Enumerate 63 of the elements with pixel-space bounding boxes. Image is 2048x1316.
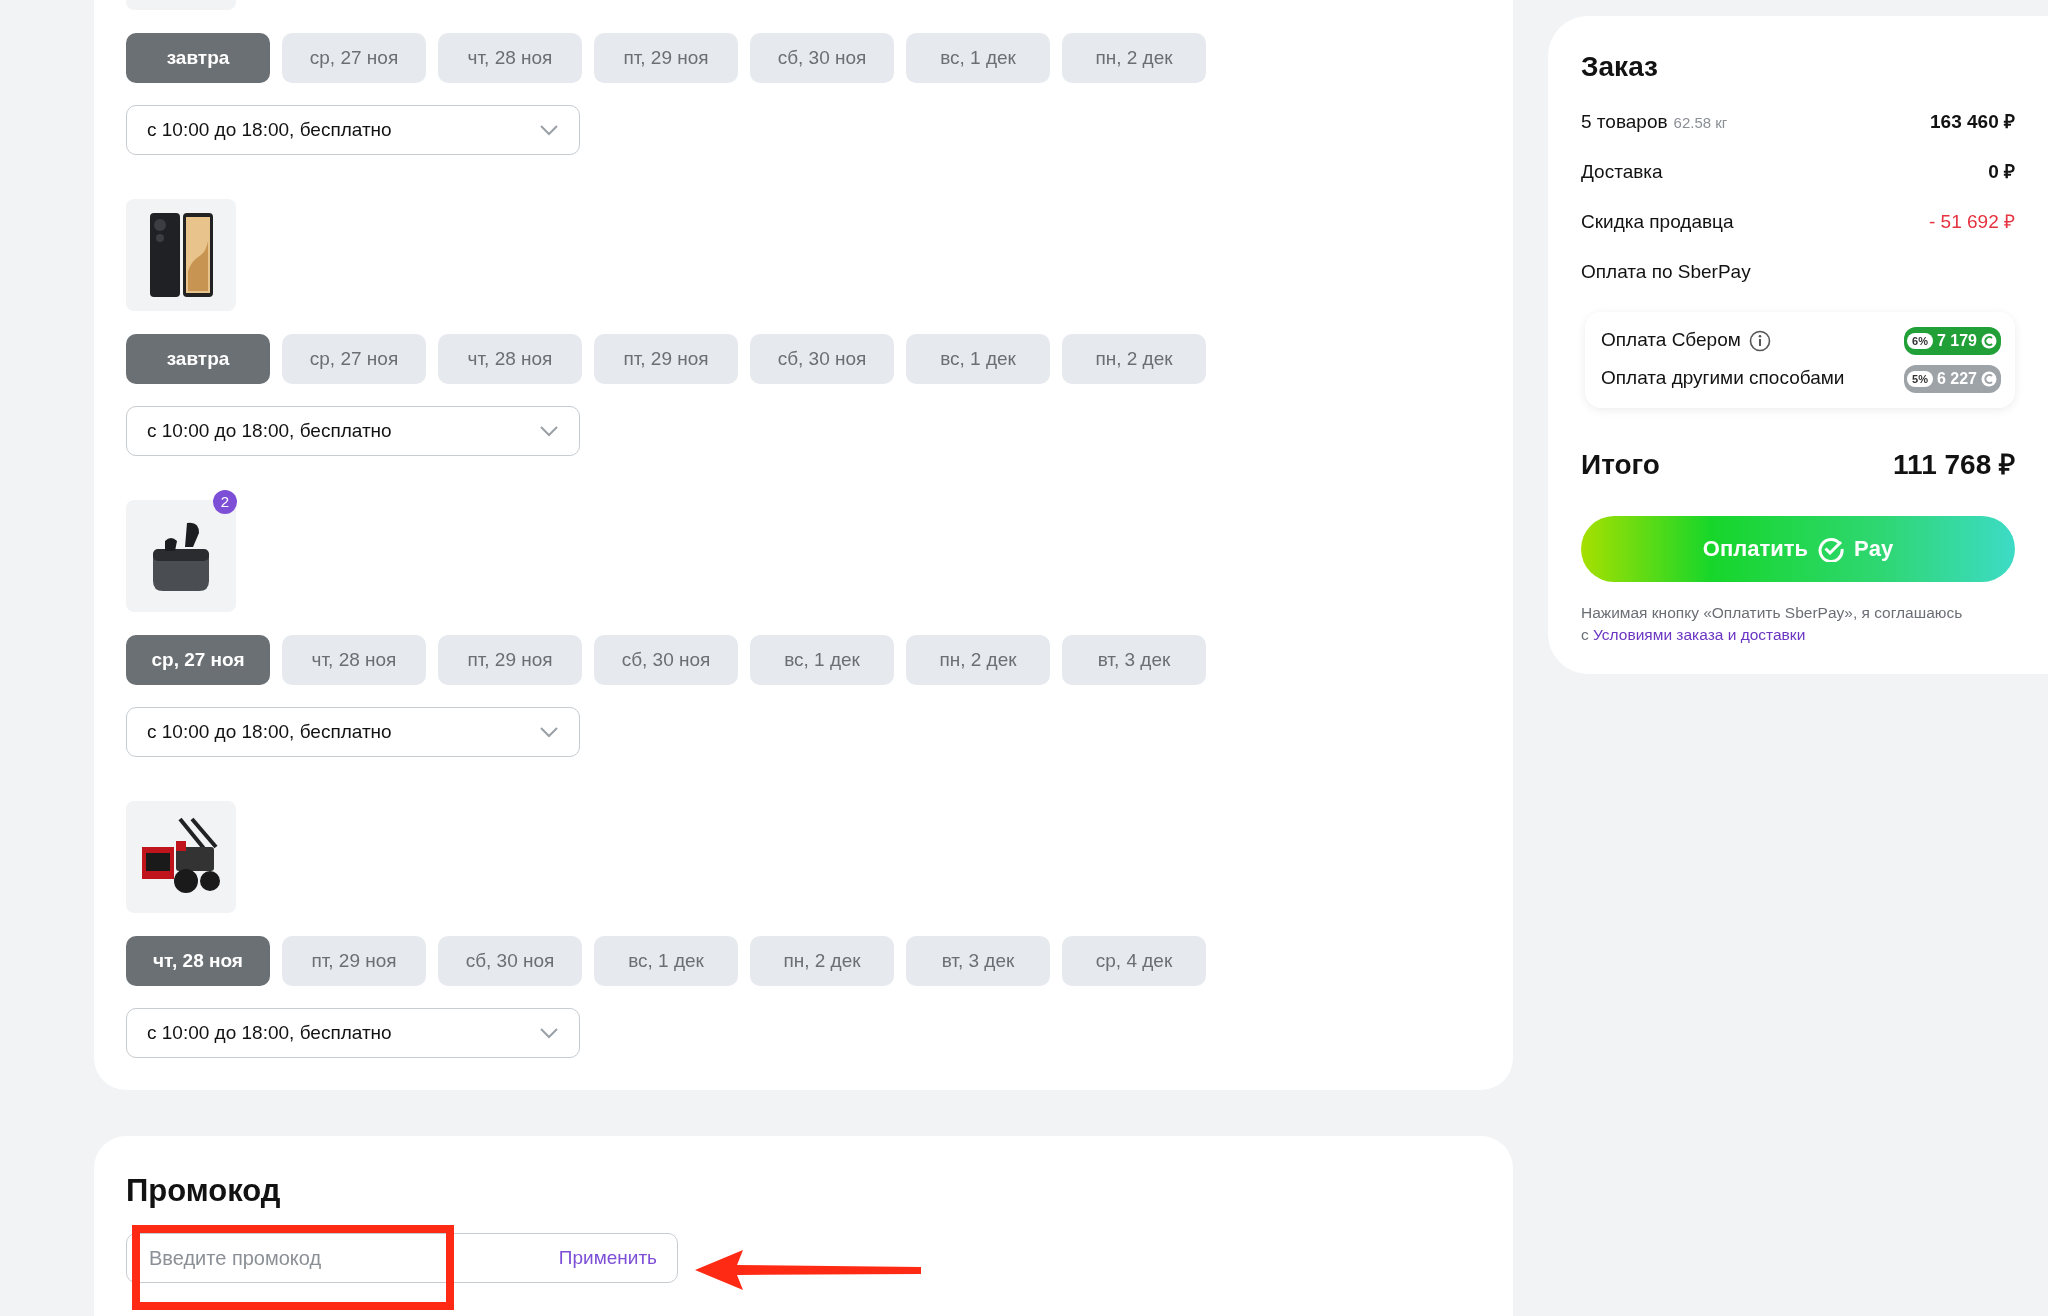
delivery-time-dropdown[interactable]: с 10:00 до 18:00, бесплатно [126, 1008, 580, 1058]
date-chip[interactable]: вс, 1 дек [750, 635, 894, 685]
chevron-down-icon [539, 1027, 559, 1039]
date-chip[interactable]: вс, 1 дек [906, 334, 1050, 384]
date-chip[interactable]: завтра [126, 334, 270, 384]
chevron-down-icon [539, 425, 559, 437]
total-value: 111 768 ₽ [1893, 447, 2015, 482]
row-label: Скидка продавца [1581, 210, 1734, 235]
date-chip[interactable]: сб, 30 ноя [750, 33, 894, 83]
panel-title: Заказ [1581, 50, 1659, 84]
terms-link[interactable]: Условиями заказа и доставки [1593, 625, 1806, 643]
date-chip[interactable]: пн, 2 дек [750, 936, 894, 986]
bonus-label: Оплата Сбером [1601, 328, 1741, 353]
date-chip[interactable]: завтра [126, 33, 270, 83]
percent-text: 6% [1907, 332, 1933, 349]
date-chip[interactable]: пт, 29 ноя [594, 33, 738, 83]
quantity-badge: 2 [213, 490, 237, 514]
date-chip[interactable]: пт, 29 ноя [438, 635, 582, 685]
percent-text: 5% [1907, 370, 1933, 387]
bonus-label: Оплата другими способами [1601, 366, 1845, 391]
row-label: Доставка [1581, 160, 1663, 185]
coin-icon [1981, 370, 1997, 387]
date-chip[interactable]: чт, 28 ноя [438, 33, 582, 83]
row-label: 5 товаров [1581, 110, 1668, 135]
date-chip[interactable]: пт, 29 ноя [282, 936, 426, 986]
date-chip[interactable]: сб, 30 ноя [750, 334, 894, 384]
date-chip[interactable]: чт, 28 ноя [126, 936, 270, 986]
apply-button[interactable]: Применить [558, 1243, 657, 1273]
date-chip[interactable]: пн, 2 дек [1062, 334, 1206, 384]
row-label: Оплата по SberPay [1581, 260, 1751, 285]
date-chip[interactable]: сб, 30 ноя [594, 635, 738, 685]
coin-icon [1981, 332, 1997, 349]
delivery-time-dropdown[interactable]: с 10:00 до 18:00, бесплатно [126, 406, 580, 456]
date-chip[interactable]: сб, 30 ноя [438, 936, 582, 986]
chevron-down-icon [539, 726, 559, 738]
agreement-text: Нажимая кнопку «Оплатить SberPay», я соглашаюсь с Условиями заказа и доставки [1581, 602, 1964, 645]
delivery-time-dropdown[interactable]: с 10:00 до 18:00, бесплатно [126, 105, 580, 155]
delivery-time-dropdown[interactable]: с 10:00 до 18:00, бесплатно [126, 707, 580, 757]
row-value: - 51 692 ₽ [1929, 210, 2015, 235]
row-value: 0 ₽ [1988, 160, 2015, 185]
row-value: 163 460 ₽ [1930, 110, 2015, 135]
date-chip[interactable]: вт, 3 дек [1062, 635, 1206, 685]
date-chip[interactable]: вс, 1 дек [594, 936, 738, 986]
bonus-amount: 7 179 [1936, 330, 1977, 351]
date-chip[interactable]: пт, 29 ноя [594, 334, 738, 384]
total-label: Итого [1581, 447, 1660, 482]
date-chip[interactable]: чт, 28 ноя [438, 334, 582, 384]
date-chip[interactable]: пн, 2 дек [906, 635, 1050, 685]
date-chip[interactable]: ср, 27 ноя [282, 334, 426, 384]
info-icon[interactable] [1748, 329, 1771, 352]
date-chip[interactable]: чт, 28 ноя [282, 635, 426, 685]
check-circle-icon [1818, 535, 1845, 562]
date-chip[interactable]: вт, 3 дек [906, 936, 1050, 986]
date-chip[interactable]: вс, 1 дек [906, 33, 1050, 83]
date-chip[interactable]: пн, 2 дек [1062, 33, 1206, 83]
bonus-amount: 6 227 [1936, 368, 1977, 389]
chevron-down-icon [539, 124, 559, 136]
promo-code-field[interactable]: Введите промокод Применить [126, 1233, 678, 1284]
date-chip[interactable]: ср, 27 ноя [126, 635, 270, 685]
date-chip[interactable]: ср, 4 дек [1062, 936, 1206, 986]
weight-text: 62.58 кг [1673, 113, 1728, 134]
date-chip[interactable]: ср, 27 ноя [282, 33, 426, 83]
section-title: Промокод [126, 1172, 282, 1210]
